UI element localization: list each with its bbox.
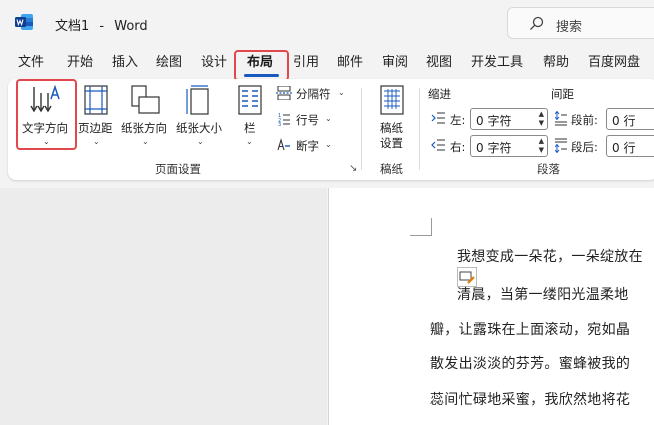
margin-corner-mark [410,218,432,236]
spacing-after-spinner[interactable]: 0 行 [606,135,654,157]
chevron-down-icon: ⌄ [325,140,332,149]
orientation-label: 纸张方向 [121,121,167,135]
columns-label: 栏 [244,121,256,135]
page-setup-group-title: 页面设置 [155,162,201,176]
spacing-before-icon [555,111,567,126]
indent-left-icon [431,112,445,124]
indent-right-spinner[interactable]: 0 字符 ▲ ▼ [470,135,548,157]
indent-right-value: 0 字符 [476,141,512,155]
tab-developer[interactable]: 开发工具 [471,55,523,71]
paragraph-line: 瓣，让露珠在上面滚动，宛如晶 [430,322,631,338]
document-background [0,188,327,425]
manuscript-label-line1: 稿纸 [380,121,403,135]
manuscript-icon [380,85,404,115]
paragraph-line: 蕊间忙碌地采蜜，我欣然地将花 [430,392,631,408]
paper-size-icon [186,85,209,115]
spacing-after-icon [555,138,567,153]
document-name: 文档1 [55,19,90,34]
indent-left-label: 左: [450,113,466,127]
chevron-down-icon: ⌄ [93,137,100,146]
title-separator: - [99,19,105,34]
spacing-before-label: 段前: [571,113,598,127]
margins-label: 页边距 [78,121,113,135]
tab-review[interactable]: 审阅 [382,55,408,71]
chevron-down-icon: ⌄ [325,114,332,123]
manuscript-label-line2: 设置 [380,136,403,150]
manuscript-group-title: 稿纸 [380,162,403,176]
dialog-launcher-icon[interactable]: ↘ [349,163,357,174]
app-name: Word [114,19,148,34]
search-placeholder: 搜索 [556,20,583,35]
breaks-label: 分隔符 [296,87,331,101]
size-label: 纸张大小 [176,121,222,135]
window-title: 文档1 - Word [55,15,148,34]
hyphenation-label: 断字 [296,139,319,153]
paragraph-group-title: 段落 [537,162,560,176]
tab-design[interactable]: 设计 [201,55,227,71]
tab-file[interactable]: 文件 [18,55,44,71]
orientation-icon [131,85,160,114]
columns-icon [238,85,262,115]
tab-references[interactable]: 引用 [293,55,319,71]
indent-right-label: 右: [450,140,466,154]
tab-mailings[interactable]: 邮件 [337,55,363,71]
line-numbers-icon: 1 2 3 [278,113,290,126]
tab-baidu-netdisk[interactable]: 百度网盘 [588,55,640,71]
spin-arrows-icon[interactable]: ▲ ▼ [539,137,544,155]
paragraph-line: 散发出淡淡的芬芳。蜜蜂被我的 [430,356,631,372]
word-app-icon [15,14,33,30]
spacing-before-value: 0 行 [612,114,636,128]
chevron-down-icon: ⌄ [142,137,149,146]
paragraph-line: 清晨，当第一缕阳光温柔地 [457,287,629,303]
active-tab-indicator [244,74,279,77]
spacing-after-label: 段后: [571,140,598,154]
group-separator [361,88,362,170]
tab-home[interactable]: 开始 [67,55,93,71]
title-bar: 文档1 - Word 搜索 [0,0,654,46]
indent-right-icon [431,139,445,151]
hyphenation-icon [277,138,290,151]
svg-text:3: 3 [278,122,281,126]
paragraph-line: 我想变成一朵花，一朵绽放在 [457,249,643,265]
chevron-down-icon: ⌄ [197,137,204,146]
indent-title: 缩进 [428,87,451,101]
tab-view[interactable]: 视图 [426,55,452,71]
chevron-down-icon: ⌄ [338,88,345,97]
line-numbers-label: 行号 [296,113,319,127]
indent-left-spinner[interactable]: 0 字符 ▲ ▼ [470,108,548,130]
spacing-before-spinner[interactable]: 0 行 [606,108,654,130]
tab-insert[interactable]: 插入 [112,55,138,71]
breaks-icon [276,86,292,100]
tab-help[interactable]: 帮助 [543,55,569,71]
search-box[interactable]: 搜索 [507,7,654,39]
indent-left-value: 0 字符 [476,114,512,128]
text-direction-highlight [16,79,77,150]
margins-icon [84,85,108,115]
tab-draw[interactable]: 绘图 [156,55,182,71]
search-icon [530,16,544,30]
spacing-after-value: 0 行 [612,141,636,155]
spacing-title: 间距 [551,87,574,101]
group-separator [419,88,420,170]
chevron-down-icon: ⌄ [246,137,253,146]
spin-arrows-icon[interactable]: ▲ ▼ [539,110,544,128]
